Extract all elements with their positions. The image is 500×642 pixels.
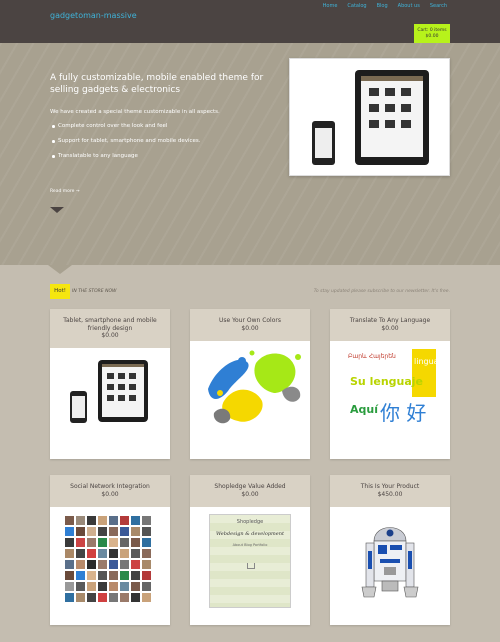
sketch-script: Webdesign & development <box>216 531 284 537</box>
feature-list: Complete control over the look and feel … <box>50 123 201 168</box>
product-image[interactable]: Բարև Հայերեն lingua Su lenguaje Aquí 你 好 <box>330 341 450 459</box>
robot-icon <box>361 527 419 598</box>
nav-home[interactable]: Home <box>323 3 338 9</box>
feature-item: Support for tablet, smartphone and mobil… <box>50 138 201 144</box>
product-card[interactable]: This Is Your Product $450.00 <box>330 475 450 625</box>
slider-next-arrow-icon[interactable] <box>50 207 64 213</box>
product-image[interactable] <box>330 507 450 625</box>
product-image[interactable]: Shopledge Webdesign & development About … <box>190 507 310 625</box>
hero-intro: We have created a special theme customiz… <box>50 109 220 115</box>
main-nav: Home Catalog Blog About us Search <box>323 3 447 9</box>
hero-image <box>289 58 450 176</box>
language-line-1: Բարև Հայերեն <box>348 353 396 360</box>
product-price: $450.00 <box>377 490 403 498</box>
product-card[interactable]: Use Your Own Colors $0.00 <box>190 309 310 459</box>
product-image[interactable] <box>50 507 170 625</box>
read-more-link[interactable]: Read more → <box>50 189 80 194</box>
language-line-3: Aquí <box>350 403 378 416</box>
product-title[interactable]: Tablet, smartphone and mobile friendly d… <box>54 317 166 332</box>
product-title[interactable]: Translate To Any Language <box>334 317 446 325</box>
nav-blog[interactable]: Blog <box>377 3 388 9</box>
store-label: IN THE STORE NOW <box>72 289 117 294</box>
product-card[interactable]: Social Network Integration $0.00 <box>50 475 170 625</box>
nav-about-us[interactable]: About us <box>398 3 420 9</box>
product-card[interactable]: Translate To Any Language $0.00 Բարև Հայ… <box>330 309 450 459</box>
product-card[interactable]: Shopledge Value Added $0.00 Shopledge We… <box>190 475 310 625</box>
hero-banner: A fully customizable, mobile enabled the… <box>0 43 500 265</box>
tablet-icon <box>355 70 429 165</box>
product-price: $0.00 <box>241 490 259 498</box>
tablet-icon <box>98 360 148 422</box>
product-price: $0.00 <box>101 490 119 498</box>
product-price: $0.00 <box>381 324 399 332</box>
hero-notch-icon <box>48 265 72 274</box>
product-image[interactable] <box>190 341 310 459</box>
product-title[interactable]: Social Network Integration <box>54 483 166 491</box>
store-header: Hot! IN THE STORE NOW To stay updated pl… <box>50 284 450 299</box>
feature-item: Complete control over the look and feel <box>50 123 201 129</box>
nav-search[interactable]: Search <box>430 3 447 9</box>
language-side: lingua <box>414 357 439 366</box>
product-price: $0.00 <box>101 332 119 339</box>
site-logo[interactable]: gadgetoman-massive <box>50 11 137 20</box>
cart-button[interactable]: Cart: 0 items $0.00 <box>414 24 450 44</box>
newsletter-text[interactable]: To stay updated please subscribe to our … <box>314 289 450 294</box>
product-title[interactable]: Shopledge Value Added <box>194 483 306 491</box>
feature-item: Translatable to any language <box>50 153 201 159</box>
site-header: gadgetoman-massive Home Catalog Blog Abo… <box>0 0 500 44</box>
language-cjk: 你 好 <box>380 401 427 425</box>
sketch-heading: Shopledge <box>236 519 264 525</box>
product-title[interactable]: Use Your Own Colors <box>194 317 306 325</box>
sketch-page: Shopledge Webdesign & development About … <box>209 514 291 608</box>
product-price: $0.00 <box>241 324 259 332</box>
smartphone-icon <box>312 121 335 165</box>
language-line-2: Su lenguaje <box>350 375 424 388</box>
product-image[interactable] <box>50 348 170 459</box>
cart-sketch-icon <box>247 563 255 569</box>
paint-splashes-icon <box>208 350 301 424</box>
nav-catalog[interactable]: Catalog <box>347 3 366 9</box>
smartphone-icon <box>70 391 87 423</box>
cart-total: $0.00 <box>425 34 439 39</box>
hot-badge: Hot! <box>50 284 70 299</box>
sketch-menu: About Blog Portfolio <box>232 543 268 547</box>
hero-title: A fully customizable, mobile enabled the… <box>50 73 264 95</box>
avatar-grid-icon <box>63 514 157 606</box>
product-title[interactable]: This Is Your Product <box>334 483 446 491</box>
product-card[interactable]: Tablet, smartphone and mobile friendly d… <box>50 309 170 459</box>
